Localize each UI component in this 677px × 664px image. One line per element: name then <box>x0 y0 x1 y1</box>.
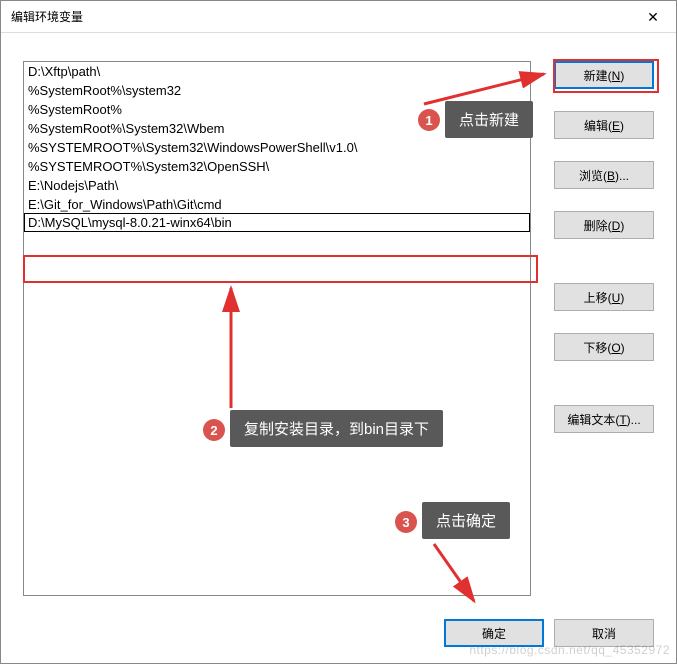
titlebar[interactable]: 编辑环境变量 ✕ <box>1 1 676 33</box>
dialog-content: D:\Xftp\path\ %SystemRoot%\system32 %Sys… <box>23 49 654 647</box>
delete-button[interactable]: 删除(D) <box>554 211 654 239</box>
list-item-selected[interactable]: D:\MySQL\mysql-8.0.21-winx64\bin <box>24 213 530 232</box>
new-button[interactable]: 新建(N) <box>554 61 654 89</box>
list-item[interactable]: %SYSTEMROOT%\System32\OpenSSH\ <box>24 157 530 176</box>
list-item[interactable]: %SYSTEMROOT%\System32\WindowsPowerShell\… <box>24 138 530 157</box>
dialog-window: 编辑环境变量 ✕ D:\Xftp\path\ %SystemRoot%\syst… <box>0 0 677 664</box>
button-sidebar: 新建(N) 编辑(E) 浏览(B)... 删除(D) 上移(U) 下移(O) 编… <box>554 61 654 433</box>
list-item[interactable]: D:\Xftp\path\ <box>24 62 530 81</box>
close-icon: ✕ <box>647 9 659 26</box>
annotation-tooltip-2: 复制安装目录，到bin目录下 <box>230 410 443 447</box>
annotation-tooltip-1: 点击新建 <box>445 101 533 138</box>
browse-button[interactable]: 浏览(B)... <box>554 161 654 189</box>
annotation-badge-3: 3 <box>395 511 417 533</box>
moveup-button[interactable]: 上移(U) <box>554 283 654 311</box>
annotation-badge-1: 1 <box>418 109 440 131</box>
close-button[interactable]: ✕ <box>630 1 676 33</box>
list-item[interactable]: E:\Nodejs\Path\ <box>24 176 530 195</box>
list-item-edit-input[interactable]: D:\MySQL\mysql-8.0.21-winx64\bin <box>24 213 530 232</box>
edit-button[interactable]: 编辑(E) <box>554 111 654 139</box>
watermark: https://blog.csdn.net/qq_45352972 <box>469 643 670 657</box>
movedown-button[interactable]: 下移(O) <box>554 333 654 361</box>
list-item[interactable]: %SystemRoot%\system32 <box>24 81 530 100</box>
edittext-button[interactable]: 编辑文本(T)... <box>554 405 654 433</box>
titlebar-text: 编辑环境变量 <box>11 8 83 25</box>
annotation-tooltip-3: 点击确定 <box>422 502 510 539</box>
list-item[interactable]: E:\Git_for_Windows\Path\Git\cmd <box>24 195 530 214</box>
annotation-badge-2: 2 <box>203 419 225 441</box>
